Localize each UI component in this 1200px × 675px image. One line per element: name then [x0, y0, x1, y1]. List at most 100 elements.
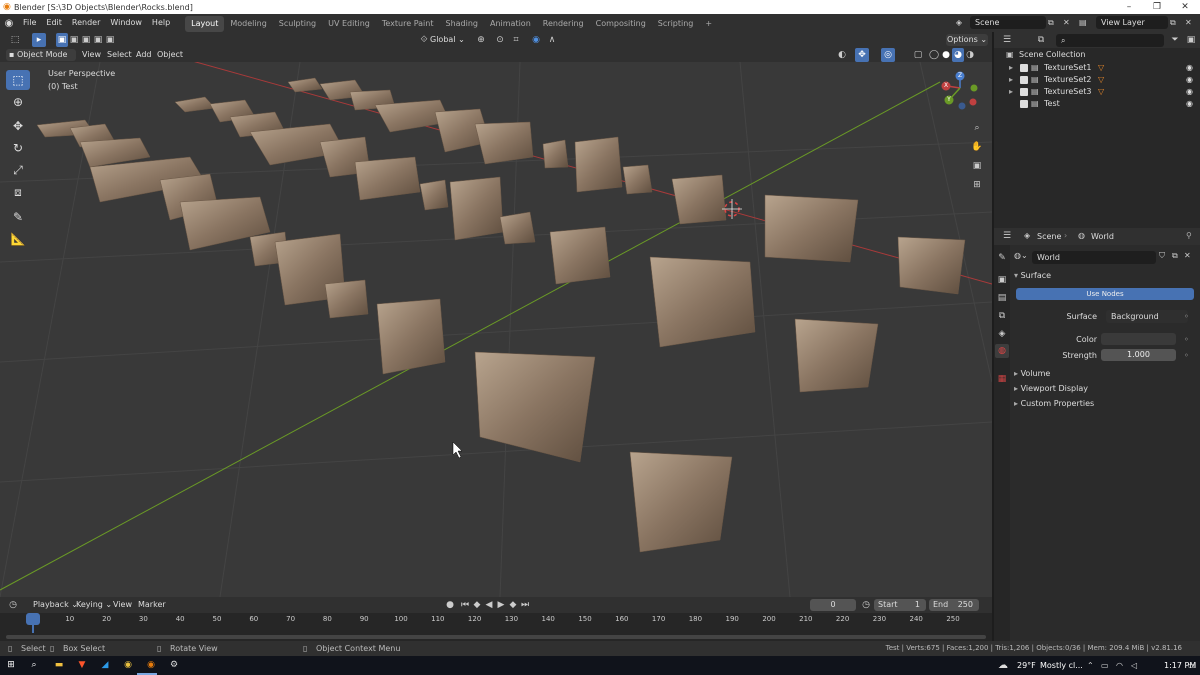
tab-texture-paint[interactable]: Texture Paint — [376, 16, 440, 32]
outliner-item-texture-set-3[interactable]: ▸ ▤ TextureSet3 ▽ ◉ — [994, 86, 1200, 98]
maximize-button[interactable]: ❐ — [1143, 0, 1171, 14]
transform-tool-icon[interactable]: ⧈ — [6, 182, 30, 202]
annotate-tool-icon[interactable]: ✎ — [6, 207, 30, 227]
world-name-field[interactable]: World — [1032, 251, 1156, 264]
proportional-falloff-icon[interactable]: ∧ — [544, 33, 560, 47]
add-workspace-button[interactable]: + — [699, 16, 718, 32]
tab-layout[interactable]: Layout — [185, 15, 225, 32]
unlink-world-icon[interactable]: ✕ — [1184, 251, 1191, 260]
expand-arrow-icon[interactable]: ▸ — [1009, 62, 1013, 74]
eye-icon[interactable]: ◉ — [1186, 98, 1193, 110]
pan-hand-icon[interactable]: ✋ — [968, 140, 986, 154]
mode-new-icon[interactable]: ▣ — [56, 33, 68, 47]
surface-shader-field[interactable]: Background — [1106, 310, 1188, 323]
exclude-checkbox[interactable] — [1020, 100, 1028, 108]
view-layer-field[interactable]: View Layer — [1096, 16, 1168, 29]
scene-icon[interactable]: ◈ — [952, 16, 966, 30]
outliner-item-texture-set-2[interactable]: ▸ ▤ TextureSet2 ▽ ◉ — [994, 74, 1200, 86]
scene-tab-icon[interactable]: ◈ — [995, 327, 1009, 341]
output-tab-icon[interactable]: ▤ — [995, 291, 1009, 305]
menu-object[interactable]: Object — [157, 48, 183, 62]
tab-sculpting[interactable]: Sculpting — [273, 16, 322, 32]
mode-intersect-icon[interactable]: ▣ — [104, 33, 116, 47]
minimize-button[interactable]: – — [1115, 0, 1143, 14]
blender-taskbar-icon[interactable]: ◉ — [144, 658, 158, 672]
outliner-editor-icon[interactable]: ☰ — [998, 33, 1016, 47]
select-tool-icon[interactable]: ▸ — [32, 33, 46, 47]
brave-browser-icon[interactable]: ▼ — [75, 658, 89, 672]
measure-tool-icon[interactable]: 📐 — [6, 229, 30, 249]
rotate-tool-icon[interactable]: ↻ — [6, 138, 30, 158]
3d-viewport[interactable]: User Perspective (0) Test Z X Y ⌕ ✋ ▣ ⊞ — [0, 62, 992, 597]
file-explorer-icon[interactable]: ▬ — [52, 658, 66, 672]
select-box-tool-icon[interactable]: ⬚ — [6, 70, 30, 90]
tray-chevron-icon[interactable]: ⌃ — [1087, 659, 1094, 672]
tab-scripting[interactable]: Scripting — [652, 16, 700, 32]
tab-modeling[interactable]: Modeling — [224, 16, 272, 32]
new-collection-icon[interactable]: ▣ — [1184, 33, 1198, 47]
options-dropdown[interactable]: Options ⌄ — [946, 34, 988, 46]
outliner-item-texture-set-1[interactable]: ▸ ▤ TextureSet1 ▽ ◉ — [994, 62, 1200, 74]
scale-tool-icon[interactable]: ⤢ — [6, 160, 30, 180]
menu-file[interactable]: File — [18, 14, 41, 32]
eye-icon[interactable]: ◉ — [1186, 62, 1193, 74]
menu-add[interactable]: Add — [136, 48, 152, 62]
expand-arrow-icon[interactable]: ▸ — [1009, 86, 1013, 98]
network-icon[interactable]: ▭ — [1101, 659, 1109, 672]
custom-properties-panel-header[interactable]: ▸ Custom Properties — [1014, 397, 1194, 410]
tab-uv-editing[interactable]: UV Editing — [322, 16, 376, 32]
material-shading-icon[interactable]: ◕ — [952, 48, 964, 62]
duplicate-world-icon[interactable]: ⧉ — [1172, 251, 1178, 261]
tab-shading[interactable]: Shading — [439, 16, 484, 32]
tool-tab-icon[interactable]: ✎ — [995, 251, 1009, 265]
playhead-marker[interactable] — [26, 613, 40, 625]
transform-orientation-dropdown[interactable]: Global ⌄ — [430, 34, 468, 46]
pin-icon[interactable]: ⚲ — [1186, 231, 1192, 240]
app-icon-2[interactable]: ⚙ — [167, 658, 181, 672]
mode-invert-icon[interactable]: ▣ — [92, 33, 104, 47]
perspective-toggle-icon[interactable]: ⊞ — [968, 178, 986, 192]
render-tab-icon[interactable]: ▣ — [995, 273, 1009, 287]
cursor-tool-icon[interactable]: ⊕ — [6, 92, 30, 112]
properties-editor-icon[interactable]: ☰ — [998, 229, 1016, 243]
menu-help[interactable]: Help — [147, 14, 175, 32]
app-icon[interactable]: ◢ — [98, 658, 112, 672]
fake-user-icon[interactable]: ⛉ — [1159, 251, 1165, 261]
timeline-scrollbar[interactable] — [6, 635, 986, 639]
delete-view-layer-icon[interactable]: ✕ — [1185, 16, 1197, 29]
strength-field[interactable]: 1.000 — [1101, 349, 1176, 361]
menu-window[interactable]: Window — [105, 14, 147, 32]
solid-shading-icon[interactable]: ● — [940, 48, 952, 62]
view-layer-tab-icon[interactable]: ⧉ — [995, 309, 1009, 323]
menu-view[interactable]: View — [82, 48, 101, 62]
mode-subtract-icon[interactable]: ▣ — [80, 33, 92, 47]
search-icon[interactable]: ⌕ — [27, 658, 41, 672]
expand-arrow-icon[interactable]: ▸ — [1009, 74, 1013, 86]
viewport-display-panel-header[interactable]: ▸ Viewport Display — [1014, 382, 1194, 395]
wireframe-shading-icon[interactable]: ◯ — [928, 48, 940, 62]
notifications-icon[interactable]: ▭ — [1188, 659, 1196, 672]
view-layer-icon[interactable]: ▤ — [1079, 16, 1093, 29]
gizmo-toggle-icon[interactable]: ✥ — [855, 48, 869, 62]
display-mode-icon[interactable]: ⧉ — [1034, 33, 1048, 47]
eye-icon[interactable]: ◉ — [1186, 74, 1193, 86]
proportional-edit-icon[interactable]: ◉ — [530, 33, 542, 47]
snap-target-icon[interactable]: ⌗ — [508, 33, 524, 47]
copy-scene-icon[interactable]: ⧉ — [1048, 16, 1060, 29]
windows-start-icon[interactable]: ⊞ — [4, 658, 18, 672]
mode-extend-icon[interactable]: ▣ — [68, 33, 80, 47]
blender-menu-icon[interactable]: ◉ — [0, 18, 18, 29]
menu-render[interactable]: Render — [67, 14, 105, 32]
world-tab-icon[interactable]: ◍ — [995, 344, 1009, 358]
tab-rendering[interactable]: Rendering — [537, 16, 590, 32]
tab-animation[interactable]: Animation — [484, 16, 537, 32]
editor-type-icon[interactable]: ⬚ — [6, 33, 24, 47]
snap-icon[interactable]: ⊙ — [494, 33, 506, 47]
exclude-checkbox[interactable] — [1020, 76, 1028, 84]
volume-panel-header[interactable]: ▸ Volume — [1014, 367, 1194, 380]
menu-select[interactable]: Select — [107, 48, 132, 62]
wifi-icon[interactable]: ◠ — [1116, 659, 1123, 672]
copy-view-layer-icon[interactable]: ⧉ — [1170, 16, 1182, 29]
pivot-icon[interactable]: ⊕ — [472, 33, 490, 47]
outliner-item-test[interactable]: ▤ Test ◉ — [994, 98, 1200, 110]
